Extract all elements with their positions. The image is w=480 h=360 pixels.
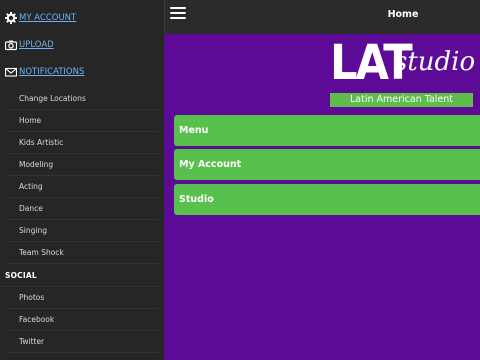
notifications-label: NOTIFICATIONS [19,67,85,77]
sidebar-item-facebook[interactable]: Facebook [6,309,158,331]
my-account-link[interactable]: MY ACCOUNT [0,5,164,31]
sidebar-item-change-locations[interactable]: Change Locations [6,88,158,110]
gear-icon [5,12,17,24]
envelope-icon [5,66,17,78]
page-title: Home [387,9,419,20]
sidebar-item-dance[interactable]: Dance [6,198,158,220]
sidebar-item-home[interactable]: Home [6,110,158,132]
sidebar-item-acting[interactable]: Acting [6,176,158,198]
logo-script-text: studio [394,47,476,77]
my-account-button[interactable]: My Account [174,149,480,180]
sidebar: MY ACCOUNT UPLOAD NOTIFICATIONS Change L… [0,0,164,360]
studio-button[interactable]: Studio [174,184,480,215]
social-heading: SOCIAL [0,264,158,287]
sidebar-item-photos[interactable]: Photos [6,287,158,309]
upload-label: UPLOAD [19,40,54,50]
my-account-label: MY ACCOUNT [19,13,77,23]
sidebar-item-modeling[interactable]: Modeling [6,154,158,176]
logo-tagline: Latin American Talent [330,93,473,107]
upload-link[interactable]: UPLOAD [0,32,164,58]
sidebar-item-team-shock[interactable]: Team Shock [6,242,158,264]
menu-button[interactable]: Menu [174,115,480,146]
main-content: LAT studio Latin American Talent Menu My… [164,34,480,360]
sidebar-item-singing[interactable]: Singing [6,220,158,242]
notifications-link[interactable]: NOTIFICATIONS [0,59,164,85]
lat-studio-logo: LAT studio Latin American Talent [330,39,476,107]
sidebar-item-twitter[interactable]: Twitter [6,331,158,353]
sidebar-item-kids-artistic[interactable]: Kids Artistic [6,132,158,154]
top-header: Home [164,0,480,34]
camera-icon [5,39,17,51]
